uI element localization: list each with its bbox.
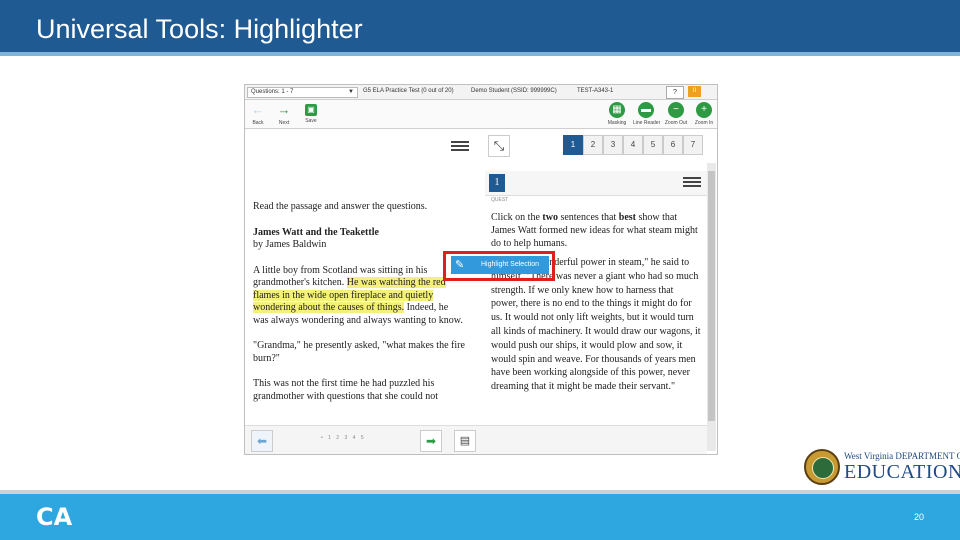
prompt-part: sentences that [557,212,619,223]
save-label: Save [305,118,317,124]
question-select-label: Questions: 1 - 7 [251,89,294,95]
bottom-back-button[interactable]: ⬅ [251,430,273,452]
passage-title: James Watt and the Teakettle [253,226,379,238]
test-name: G5 ELA Practice Test (0 out of 20) [363,88,454,94]
state-seal-icon [804,449,840,485]
tab-question-2[interactable]: 2 [583,135,603,155]
question-prompt: Click on the two sentences that best sho… [491,211,703,250]
arrow-right-icon: → [277,102,291,117]
back-label: Back [252,120,264,126]
test-app-screenshot: Questions: 1 - 7 ▼ G5 ELA Practice Test … [244,84,718,455]
question-menu-icon[interactable] [683,175,701,189]
line-reader-label: Line Reader [633,120,661,126]
title-rule [0,52,960,56]
test-id: TEST-A343-1 [577,88,614,94]
mask-icon: ▦ [609,102,625,118]
arrow-left-icon: ← [251,102,265,117]
tab-question-3[interactable]: 3 [603,135,623,155]
page-number: 20 [914,512,925,522]
zoom-out-label: Zoom Out [664,120,688,126]
tab-question-6[interactable]: 6 [663,135,683,155]
student-name: Demo Student (SSID: 999999C) [471,88,557,94]
zoom-in-label: Zoom In [694,120,714,126]
chevron-down-icon: ▼ [348,89,354,95]
zoom-in-button[interactable]: + Zoom In [691,102,717,126]
next-label: Next [278,120,290,126]
next-button[interactable]: → Next [271,102,297,126]
toolbar: ← Back → Next ▣ Save ▦ Masking ▬ Line Re… [245,100,717,129]
footer-rule [0,490,960,494]
zoom-out-icon: − [668,102,684,118]
prompt-part: Click on the [491,212,543,223]
reading-passage[interactable]: Read the passage and answer the question… [253,201,465,416]
question-bar: Questions: 1 - 7 ▼ G5 ELA Practice Test … [245,85,717,100]
passage-paragraph-2: "Grandma," he presently asked, "what mak… [253,340,465,364]
passage-paragraph-1: A little boy from Scotland was sitting i… [253,265,465,328]
wv-education-logo: West Virginia DEPARTMENT OF EDUCATION [804,449,960,487]
line-reader-icon: ▬ [638,102,654,118]
book-icon[interactable]: ▤ [454,430,476,452]
scrollbar[interactable] [707,163,716,451]
passage-paragraph-3: This was not the first time he had puzzl… [253,378,438,402]
bottom-navigation: ⬅ • 1 2 3 4 5 ➡ ▤ [245,425,707,454]
prompt-emphasis-best: best [618,212,636,223]
slide-title-bar: Universal Tools: Highlighter [0,0,960,56]
line-reader-button[interactable]: ▬ Line Reader [633,102,661,126]
tab-question-7[interactable]: 7 [683,135,703,155]
page-dots: • 1 2 3 4 5 [321,435,366,441]
zoom-in-icon: + [696,102,712,118]
expand-icon[interactable]: ⤡ [488,135,510,157]
question-header: 1 [485,171,709,196]
logo-line-1: West Virginia DEPARTMENT OF [844,451,960,461]
masking-button[interactable]: ▦ Masking [604,102,630,126]
slide-footer: CA 20 [0,490,960,540]
tab-question-5[interactable]: 5 [643,135,663,155]
question-label: QUEST [491,197,509,203]
save-button[interactable]: ▣ Save [298,102,324,124]
tab-question-4[interactable]: 4 [623,135,643,155]
prompt-emphasis-two: two [542,212,558,223]
logo-line-2: EDUCATION [844,461,960,483]
back-button[interactable]: ← Back [245,102,271,126]
scrollbar-thumb[interactable] [708,171,715,421]
zoom-out-button[interactable]: − Zoom Out [663,102,689,126]
callout-box [443,251,555,281]
passage-menu-icon[interactable] [451,139,469,153]
slide-title: Universal Tools: Highlighter [36,14,363,44]
help-button[interactable]: ? [666,86,684,99]
pause-button[interactable]: II [688,86,701,97]
question-panel: 1 QUEST Click on the two sentences that … [485,171,709,426]
bottom-next-button[interactable]: ➡ [420,430,442,452]
question-select[interactable]: Questions: 1 - 7 ▼ [247,87,358,98]
question-number: 1 [489,174,505,192]
ca-logo: CA [36,503,73,531]
masking-label: Masking [607,120,627,126]
floppy-disk-icon: ▣ [305,104,317,116]
tab-question-1[interactable]: 1 [563,135,583,155]
passage-instruction: Read the passage and answer the question… [253,201,428,212]
passage-author: by James Baldwin [253,239,327,250]
